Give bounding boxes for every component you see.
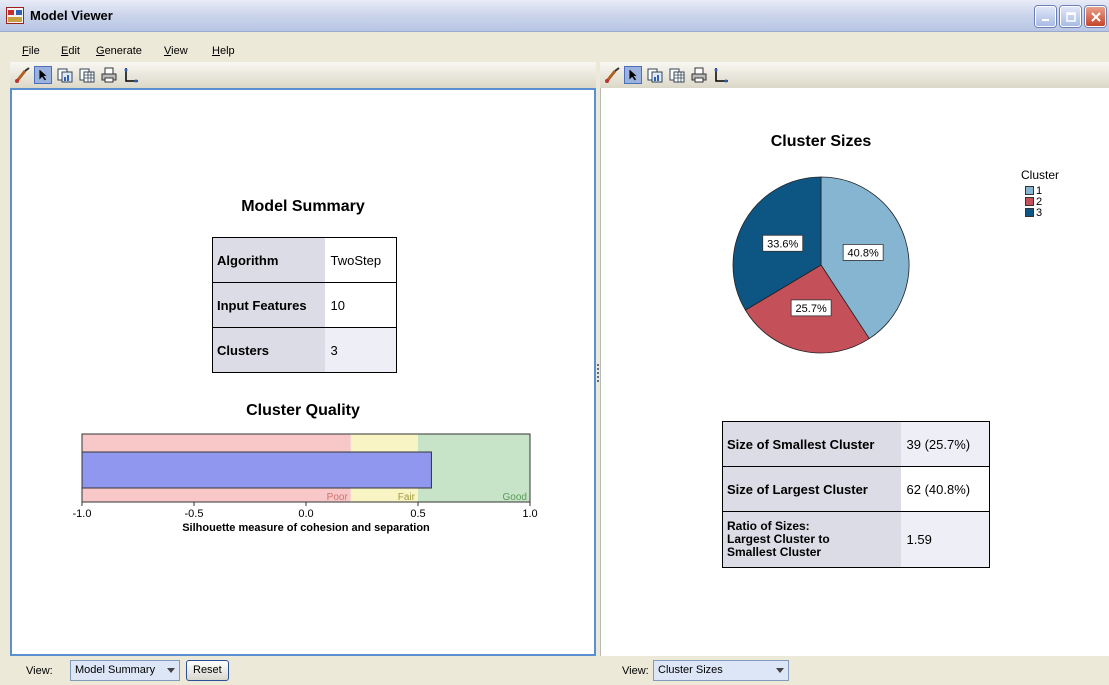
left-toolbar bbox=[10, 62, 596, 88]
stat-label: Size of Smallest Cluster bbox=[722, 421, 901, 467]
menu-edit-label: dit bbox=[68, 45, 80, 57]
minimize-icon bbox=[1041, 18, 1049, 21]
cluster-stats-table: Size of Smallest Cluster 39 (25.7%) Size… bbox=[722, 421, 990, 568]
view-dropdown-value: Cluster Sizes bbox=[658, 664, 723, 676]
menu-help-label: elp bbox=[219, 45, 235, 57]
menu-help[interactable]: Help bbox=[212, 45, 235, 57]
stat-value: 1.59 bbox=[900, 511, 990, 568]
left-footer: View: Model Summary Reset bbox=[10, 656, 596, 685]
menu-generate-label: enerate bbox=[104, 45, 142, 57]
legend-swatch bbox=[1025, 186, 1034, 195]
maximize-button[interactable] bbox=[1060, 6, 1081, 27]
menu-edit[interactable]: Edit bbox=[61, 45, 80, 57]
legend-swatch bbox=[1025, 197, 1034, 206]
right-toolbar bbox=[600, 62, 1109, 88]
summary-label: Algorithm bbox=[212, 237, 325, 283]
paint-brush-icon[interactable] bbox=[14, 66, 32, 84]
pointer-icon[interactable] bbox=[624, 66, 642, 84]
view-dropdown[interactable]: Model Summary bbox=[70, 660, 180, 681]
menu-file-label: ile bbox=[28, 45, 40, 57]
stat-label: Ratio of Sizes: Largest Cluster to Small… bbox=[722, 511, 901, 568]
quality-tick-label: -1.0 bbox=[73, 508, 92, 520]
title-bar: Model Viewer bbox=[0, 0, 1109, 32]
cluster-sizes-pane[interactable]: Cluster Sizes 40.8% 25.7% 33.6% Cluster 1 … bbox=[600, 88, 1109, 658]
stat-value: 62 (40.8%) bbox=[900, 466, 990, 512]
quality-tick-label: 1.0 bbox=[522, 508, 537, 520]
view-dropdown[interactable]: Cluster Sizes bbox=[653, 660, 789, 681]
legend-swatch bbox=[1025, 208, 1034, 217]
table-row: Size of Smallest Cluster 39 (25.7%) bbox=[722, 421, 990, 467]
view-label: View: bbox=[622, 665, 649, 677]
stat-label-line: Smallest Cluster bbox=[727, 545, 822, 559]
stat-value: 39 (25.7%) bbox=[900, 421, 990, 467]
legend-item: 3 bbox=[1025, 208, 1059, 219]
splitter-grip-icon[interactable] bbox=[597, 364, 599, 382]
window-title: Model Viewer bbox=[30, 8, 113, 23]
close-icon bbox=[1090, 11, 1101, 22]
table-row: Ratio of Sizes: Largest Cluster to Small… bbox=[722, 511, 990, 568]
silhouette-bar bbox=[81, 451, 432, 489]
menu-generate[interactable]: Generate bbox=[96, 45, 142, 57]
close-button[interactable] bbox=[1085, 6, 1106, 27]
summary-label: Input Features bbox=[212, 282, 325, 328]
legend-title: Cluster bbox=[1021, 168, 1060, 182]
quality-zone-label: Fair bbox=[398, 492, 416, 503]
axis-icon[interactable] bbox=[712, 66, 730, 84]
quality-tick-label: -0.5 bbox=[185, 508, 204, 520]
reset-button[interactable]: Reset bbox=[186, 660, 229, 681]
quality-zone-label: Good bbox=[503, 492, 527, 503]
copy-chart-icon[interactable] bbox=[646, 66, 664, 84]
cluster-quality-chart: Poor Fair Good -1.0 -0.5 0.0 0.5 1.0 Silhouett… bbox=[73, 433, 538, 534]
chevron-down-icon bbox=[167, 668, 175, 673]
copy-data-icon[interactable] bbox=[78, 66, 96, 84]
axis-icon[interactable] bbox=[122, 66, 140, 84]
right-footer: View: Cluster Sizes bbox=[600, 656, 1109, 685]
view-label: View: bbox=[26, 665, 53, 677]
model-summary-pane[interactable]: Model Summary Algorithm TwoStep Input Fe… bbox=[10, 88, 596, 656]
menu-generate-mnemonic: G bbox=[96, 45, 105, 57]
quality-tick-label: 0.5 bbox=[410, 508, 425, 520]
pie-legend: Cluster 1 2 3 bbox=[1021, 168, 1059, 219]
summary-value: 10 bbox=[324, 282, 397, 328]
summary-value: TwoStep bbox=[324, 237, 397, 283]
pie-label: 25.7% bbox=[796, 303, 827, 315]
menu-help-mnemonic: H bbox=[212, 45, 220, 57]
summary-value: 3 bbox=[324, 327, 397, 373]
model-summary-table: Algorithm TwoStep Input Features 10 Clus… bbox=[212, 237, 397, 373]
pie-label: 33.6% bbox=[767, 238, 798, 250]
menu-view-label: iew bbox=[171, 45, 188, 57]
cluster-sizes-title: Cluster Sizes bbox=[770, 133, 872, 150]
table-row: Size of Largest Cluster 62 (40.8%) bbox=[722, 466, 990, 512]
stat-label: Size of Largest Cluster bbox=[722, 466, 901, 512]
pie-label: 40.8% bbox=[848, 247, 879, 259]
model-viewer-app-icon bbox=[6, 7, 24, 24]
model-summary-title: Model Summary bbox=[241, 198, 365, 215]
print-icon[interactable] bbox=[100, 66, 118, 84]
paint-brush-icon[interactable] bbox=[604, 66, 622, 84]
menu-file[interactable]: File bbox=[22, 45, 40, 57]
menu-view[interactable]: View bbox=[164, 45, 188, 57]
cluster-quality-title: Cluster Quality bbox=[246, 402, 360, 419]
legend-label: 3 bbox=[1036, 207, 1043, 219]
maximize-icon bbox=[1065, 11, 1076, 22]
print-icon[interactable] bbox=[690, 66, 708, 84]
pointer-icon[interactable] bbox=[34, 66, 52, 84]
summary-label: Clusters bbox=[212, 327, 325, 373]
menu-bar: File Edit Generate View Help bbox=[0, 42, 1109, 62]
chevron-down-icon bbox=[776, 668, 784, 673]
menu-file-mnemonic: F bbox=[22, 45, 29, 57]
minimize-button[interactable] bbox=[1035, 6, 1056, 27]
quality-x-axis-title: Silhouette measure of cohesion and separ… bbox=[182, 522, 430, 534]
view-dropdown-value: Model Summary bbox=[75, 664, 156, 676]
table-row: Clusters 3 bbox=[212, 327, 397, 373]
table-row: Algorithm TwoStep bbox=[212, 237, 397, 283]
cluster-sizes-pie: 40.8% 25.7% 33.6% bbox=[732, 176, 910, 354]
quality-zone-label: Poor bbox=[327, 492, 349, 503]
quality-tick-label: 0.0 bbox=[298, 508, 313, 520]
table-row: Input Features 10 bbox=[212, 282, 397, 328]
copy-data-icon[interactable] bbox=[668, 66, 686, 84]
copy-chart-icon[interactable] bbox=[56, 66, 74, 84]
